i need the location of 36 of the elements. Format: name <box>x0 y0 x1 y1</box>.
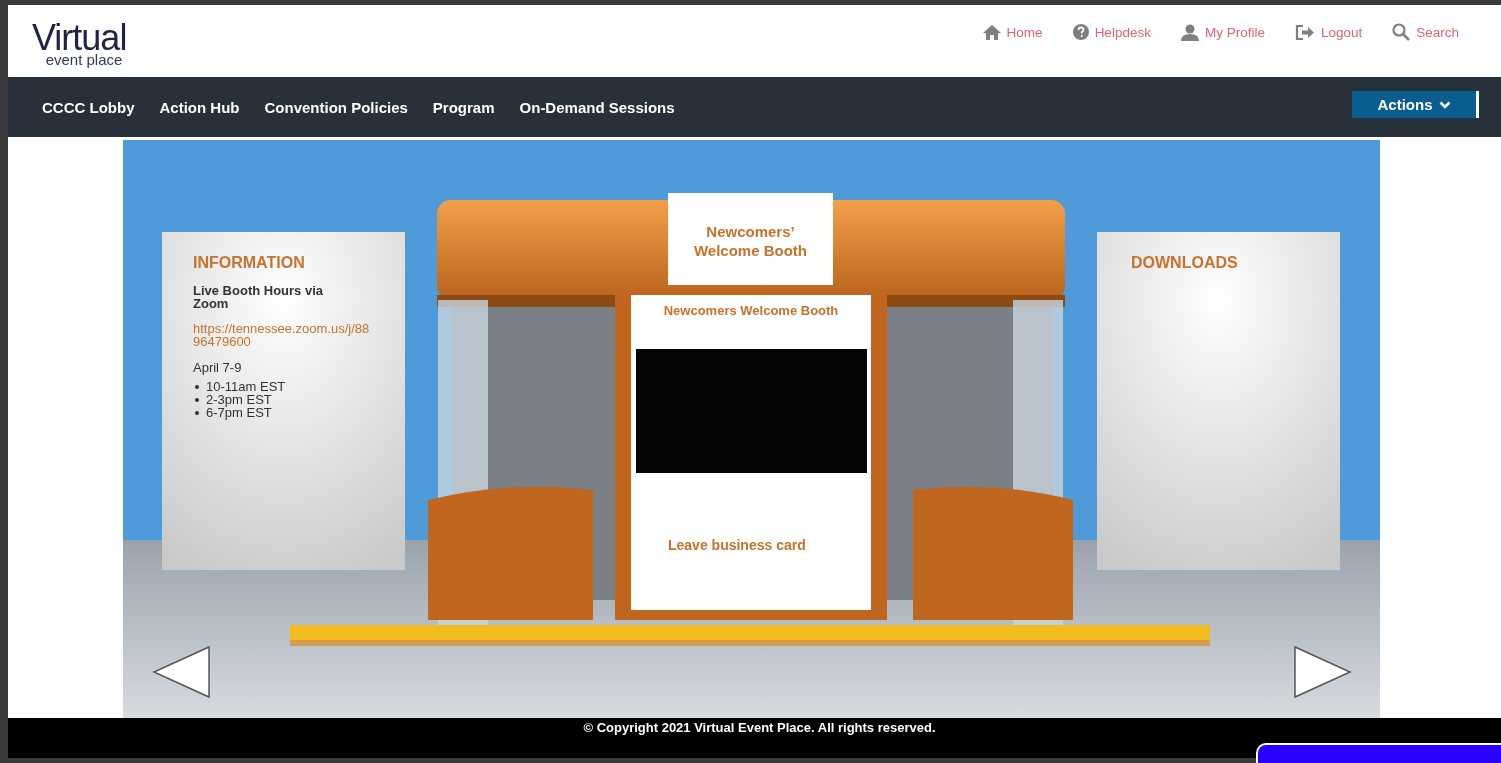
home-icon <box>982 24 1001 40</box>
bullet-icon <box>195 384 199 389</box>
search-icon <box>1392 23 1411 41</box>
header-link[interactable]: Helpdesk <box>1072 23 1151 41</box>
header-link[interactable]: Logout <box>1294 23 1363 41</box>
booth-sign: Newcomers’ Welcome Booth <box>692 222 809 260</box>
time-slot: 10-11am EST <box>206 380 286 393</box>
nav-link[interactable]: On-Demand Sessions <box>519 98 675 116</box>
right-arrow-icon <box>1293 645 1353 699</box>
nav-link[interactable]: Convention Policies <box>264 98 408 116</box>
user-icon <box>1180 23 1199 41</box>
header-link[interactable]: My Profile <box>1180 23 1265 41</box>
bullet-icon <box>195 397 199 402</box>
header-link[interactable]: Search <box>1392 23 1459 41</box>
left-arrow-icon <box>151 645 211 699</box>
chevron-icon <box>1438 100 1451 109</box>
time-slot: 6-7pm EST <box>206 406 272 419</box>
logout-icon <box>1294 24 1315 40</box>
business-card-link[interactable]: Leave business card <box>668 537 806 553</box>
info-subheading: Live Booth Hours via Zoom <box>193 284 325 310</box>
actions-button[interactable]: Actions <box>1352 91 1479 118</box>
copyright-text: © Copyright 2021 Virtual Event Place. All rights reserved. <box>582 720 936 737</box>
dates-text: April 7-9 <box>193 360 243 375</box>
header-link[interactable]: Home <box>982 23 1043 41</box>
nav-link[interactable]: Action Hub <box>159 98 240 116</box>
nav-link[interactable]: CCCC Lobby <box>42 98 135 116</box>
panel-title: Newcomers Welcome Booth <box>662 303 840 318</box>
zoom-link[interactable]: https://tennessee.zoom.us/j/8896479600 <box>193 322 375 348</box>
info-heading: INFORMATION <box>193 254 306 272</box>
next-button[interactable] <box>1293 645 1353 699</box>
nav-link[interactable]: Program <box>432 98 495 116</box>
bullet-icon <box>195 410 199 415</box>
previous-button[interactable] <box>151 645 211 699</box>
downloads-heading: DOWNLOADS <box>1131 254 1238 272</box>
help-icon <box>1072 24 1089 40</box>
time-slot: 2-3pm EST <box>206 393 272 406</box>
